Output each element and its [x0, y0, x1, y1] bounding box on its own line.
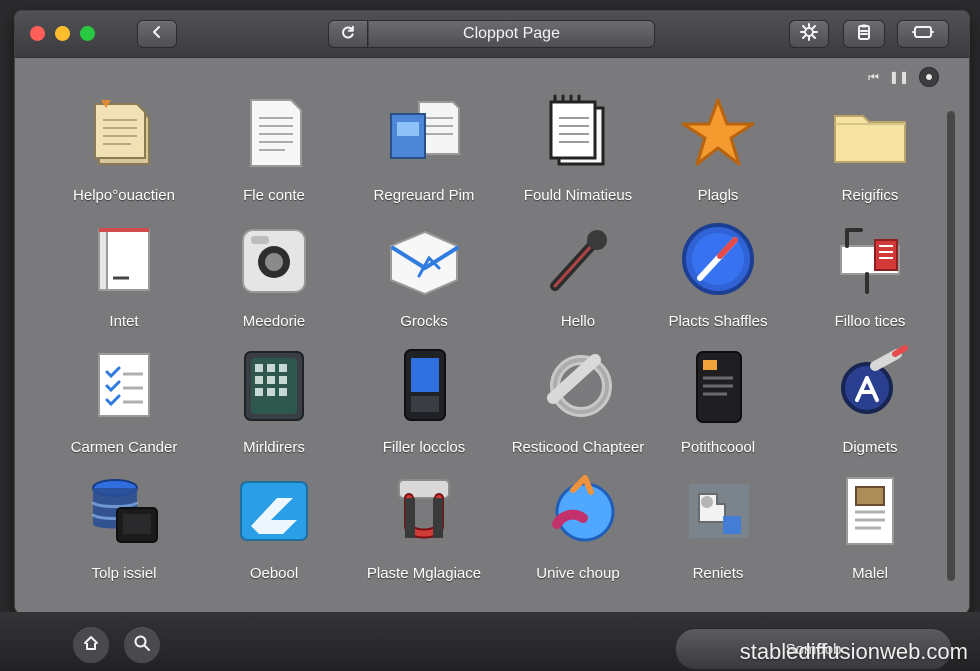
grid-item[interactable]: Meedorie — [199, 211, 349, 330]
reload-button[interactable] — [328, 20, 368, 48]
grid-item-label: Reigifics — [841, 187, 899, 204]
grid-item[interactable]: Reniets — [643, 463, 793, 582]
notebook-icon — [530, 85, 626, 181]
grid-item-label: Placts Shaffles — [668, 313, 768, 330]
grid-item[interactable]: Helpo°ouactien — [49, 85, 199, 204]
grid-item[interactable]: Unive choup — [503, 463, 653, 582]
grid-item[interactable]: Malel — [795, 463, 945, 582]
tools-icon — [822, 211, 918, 307]
grid-item[interactable]: Tolp issiel — [49, 463, 199, 582]
grid-item-label: Intet — [109, 313, 139, 330]
wallet-icon — [670, 337, 766, 433]
device-icon — [376, 337, 472, 433]
star-icon — [670, 85, 766, 181]
grid-item[interactable]: Filloo tices — [795, 211, 945, 330]
grid-item-label: Malel — [852, 565, 888, 582]
grid-item-label: Helpo°ouactien — [73, 187, 175, 204]
grid-item-label: Plagls — [697, 187, 739, 204]
vertical-scrollbar[interactable] — [947, 111, 955, 581]
grid-item-label: Tolp issiel — [91, 565, 157, 582]
grid-item-label: Resticood Chapteer — [511, 439, 645, 456]
grid-item-label: Carmen Cander — [70, 439, 178, 456]
grid-item[interactable]: Regreuard Pim — [349, 85, 499, 204]
checklist-icon — [76, 337, 172, 433]
puzzle-icon — [670, 463, 766, 559]
magnet-icon — [376, 463, 472, 559]
globe-arrow-icon — [530, 463, 626, 559]
grid-item-label: Unive choup — [536, 565, 620, 582]
grid-item-label: Fould Nimatieus — [523, 187, 633, 204]
grid-item-label: Plaste Mglagiace — [366, 565, 482, 582]
database-icon — [76, 463, 172, 559]
grid-item[interactable]: Reigifics — [795, 85, 945, 204]
photo-document-icon — [822, 463, 918, 559]
grid-item[interactable]: Carmen Cander — [49, 337, 199, 456]
ring-icon — [530, 337, 626, 433]
grid-item-label: Regreuard Pim — [373, 187, 475, 204]
microphone-icon — [530, 211, 626, 307]
grid-item-label: Grocks — [400, 313, 448, 330]
home-icon — [82, 634, 100, 657]
search-button[interactable] — [123, 626, 161, 664]
grid-item-label: Digmets — [842, 439, 898, 456]
grid-item[interactable]: Potithcoool — [643, 337, 793, 456]
docs-with-image-icon — [376, 85, 472, 181]
grid-item-label: Reniets — [692, 565, 744, 582]
grid-item-label: Fle conte — [243, 187, 305, 204]
watermark: stablediffusionweb.com — [739, 639, 968, 664]
note-stack-icon — [76, 85, 172, 181]
chevron-left-icon — [150, 25, 164, 44]
folder-icon — [822, 85, 918, 181]
window-title: Cloppot Page — [369, 20, 655, 48]
home-button[interactable] — [72, 626, 110, 664]
clipboard-button[interactable] — [843, 20, 885, 48]
grid-item[interactable]: Oebool — [199, 463, 349, 582]
grid-item-label: Meedorie — [242, 313, 306, 330]
grid-item[interactable]: Grocks — [349, 211, 499, 330]
grid-item[interactable]: Resticood Chapteer — [503, 337, 653, 456]
pen-nib-icon — [822, 337, 918, 433]
grid-item[interactable]: Hello — [503, 211, 653, 330]
settings-gear-icon — [800, 22, 818, 46]
grid-item-label: Oebool — [249, 565, 299, 582]
reload-icon — [340, 24, 356, 45]
calculator-icon — [226, 337, 322, 433]
grid-item[interactable]: Placts Shaffles — [643, 211, 793, 330]
close-window-button[interactable] — [30, 26, 45, 41]
camera-icon — [226, 211, 322, 307]
grid-item[interactable]: Digmets — [795, 337, 945, 456]
compass-icon — [670, 211, 766, 307]
zoom-window-button[interactable] — [80, 26, 95, 41]
display-icon — [912, 23, 934, 46]
app-grid: Helpo°ouactien Fle conte Regreuard Pim F… — [15, 57, 969, 613]
grid-item[interactable]: Plagls — [643, 85, 793, 204]
document-icon — [226, 85, 322, 181]
grid-item-label: Filler locclos — [382, 439, 466, 456]
mail-icon — [376, 211, 472, 307]
search-icon — [133, 634, 151, 657]
binder-icon — [76, 211, 172, 307]
clipboard-icon — [855, 23, 873, 46]
grid-item[interactable]: Mirldirers — [199, 337, 349, 456]
title-bar: Cloppot Page — [15, 11, 969, 58]
grid-item-label: Hello — [560, 313, 596, 330]
grid-item[interactable]: Plaste Mglagiace — [349, 463, 499, 582]
display-button[interactable] — [897, 20, 949, 48]
grid-item[interactable]: Fould Nimatieus — [503, 85, 653, 204]
grid-item-label: Potithcoool — [680, 439, 756, 456]
app-store-icon — [226, 463, 322, 559]
grid-item[interactable]: Fle conte — [199, 85, 349, 204]
grid-item-label: Filloo tices — [834, 313, 906, 330]
back-button[interactable] — [137, 20, 177, 48]
grid-item[interactable]: Filler locclos — [349, 337, 499, 456]
minimize-window-button[interactable] — [55, 26, 70, 41]
scrollbar-thumb[interactable] — [947, 111, 955, 581]
app-window: Cloppot Page ⏮ ❚❚ Helpo°ouactien Fle con… — [14, 10, 970, 614]
grid-item-label: Mirldirers — [243, 439, 305, 456]
grid-item[interactable]: Intet — [49, 211, 199, 330]
settings-button[interactable] — [789, 20, 829, 48]
